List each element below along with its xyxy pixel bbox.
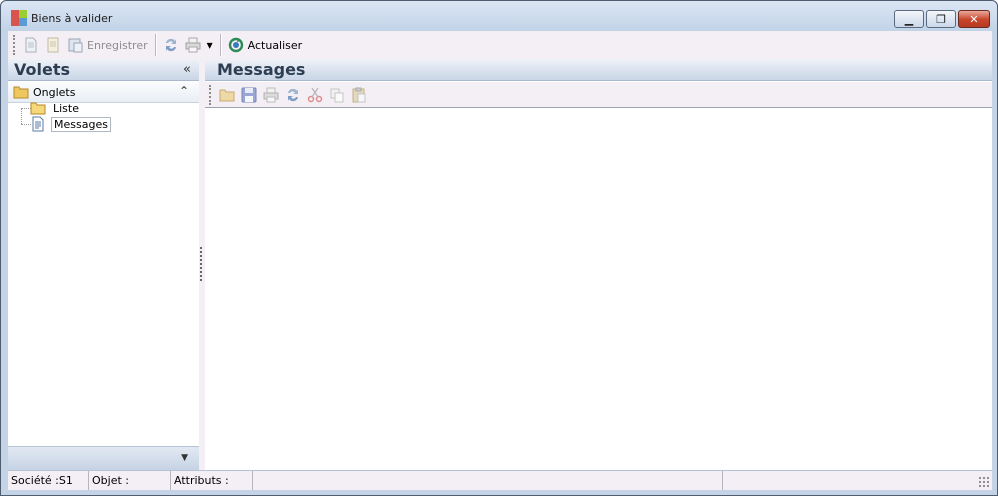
close-button[interactable]: ✕	[958, 10, 990, 28]
copy-button[interactable]	[326, 84, 348, 106]
sync-button[interactable]	[160, 34, 182, 56]
open-folder-button[interactable]	[216, 84, 238, 106]
printer-icon	[263, 87, 279, 102]
app-icon	[11, 10, 27, 26]
clipboard-icon	[352, 87, 366, 102]
pane-title: Volets	[14, 60, 71, 79]
navigation-pane: Volets « Onglets ⌃ Liste Messages ▼	[8, 59, 199, 470]
status-empty-panel	[253, 471, 723, 490]
status-empty-panel	[723, 471, 992, 490]
document-icon	[47, 37, 59, 53]
toolbar-grip[interactable]	[209, 84, 212, 105]
open-button[interactable]	[42, 34, 64, 56]
splitter-grip[interactable]	[200, 247, 202, 281]
collapse-pane-button[interactable]: «	[183, 62, 191, 77]
sync-button[interactable]	[282, 84, 304, 106]
print-button[interactable]	[182, 34, 204, 56]
save-button[interactable]: Enregistrer	[64, 34, 151, 56]
minimize-button[interactable]: ▁	[894, 10, 924, 28]
folder-icon	[13, 86, 29, 99]
sync-icon	[288, 88, 298, 101]
toolbar-grip[interactable]	[13, 35, 16, 55]
copy-icon	[330, 88, 344, 102]
app-window: Biens à valider ▁ ❐ ✕ Enregistrer ▾ Actu…	[0, 0, 998, 496]
content-pane: Messages	[205, 59, 992, 470]
toolbar-separator	[154, 34, 156, 56]
toolbar-separator	[219, 34, 221, 56]
status-societe: Société :S1	[8, 471, 89, 490]
tree-item-label: Liste	[53, 101, 79, 115]
save-button[interactable]	[238, 84, 260, 106]
refresh-button[interactable]: Actualiser	[225, 34, 306, 56]
folder-icon	[30, 102, 46, 115]
pane-footer: ▼	[8, 446, 199, 470]
maximize-button[interactable]: ❐	[926, 10, 956, 28]
chevron-down-icon[interactable]: ▼	[181, 453, 188, 463]
group-title: Onglets	[33, 86, 76, 99]
title-bar[interactable]: Biens à valider ▁ ❐ ✕	[1, 1, 997, 31]
messages-content-area[interactable]	[205, 109, 992, 470]
main-toolbar: Enregistrer ▾ Actualiser	[8, 31, 992, 59]
status-attributs: Attributs :	[171, 471, 253, 490]
paste-button[interactable]	[348, 84, 370, 106]
document-icon	[32, 116, 44, 132]
resize-grip[interactable]	[978, 476, 989, 487]
folder-icon	[219, 89, 235, 101]
save-label: Enregistrer	[87, 38, 148, 52]
pane-header: Volets «	[8, 59, 199, 81]
chevron-up-icon[interactable]: ⌃	[179, 84, 189, 98]
tree-item-liste[interactable]: Liste	[30, 100, 81, 116]
printer-icon	[185, 37, 201, 53]
content-header: Messages	[205, 59, 992, 81]
status-objet: Objet :	[89, 471, 171, 490]
refresh-label: Actualiser	[247, 38, 303, 52]
tree-item-messages[interactable]: Messages	[30, 116, 111, 132]
scissors-icon	[307, 87, 323, 102]
tree-item-label: Messages	[51, 116, 111, 132]
new-button[interactable]	[20, 34, 42, 56]
new-document-icon	[25, 37, 37, 53]
chevron-down-icon: ▾	[206, 38, 213, 52]
status-bar: Société :S1 Objet : Attributs :	[8, 470, 992, 490]
content-toolbar	[205, 82, 992, 108]
window-controls: ▁ ❐ ✕	[894, 10, 990, 28]
save-icon	[241, 87, 257, 102]
sync-icon	[165, 38, 176, 52]
tree-connector	[21, 108, 22, 124]
client-area: Enregistrer ▾ Actualiser Volets « Onglet…	[8, 31, 992, 490]
save-icon	[68, 38, 83, 53]
print-dropdown[interactable]: ▾	[204, 34, 216, 56]
content-title: Messages	[217, 60, 306, 79]
print-button[interactable]	[260, 84, 282, 106]
cut-button[interactable]	[304, 84, 326, 106]
refresh-icon	[228, 37, 243, 53]
window-title: Biens à valider	[31, 12, 113, 25]
